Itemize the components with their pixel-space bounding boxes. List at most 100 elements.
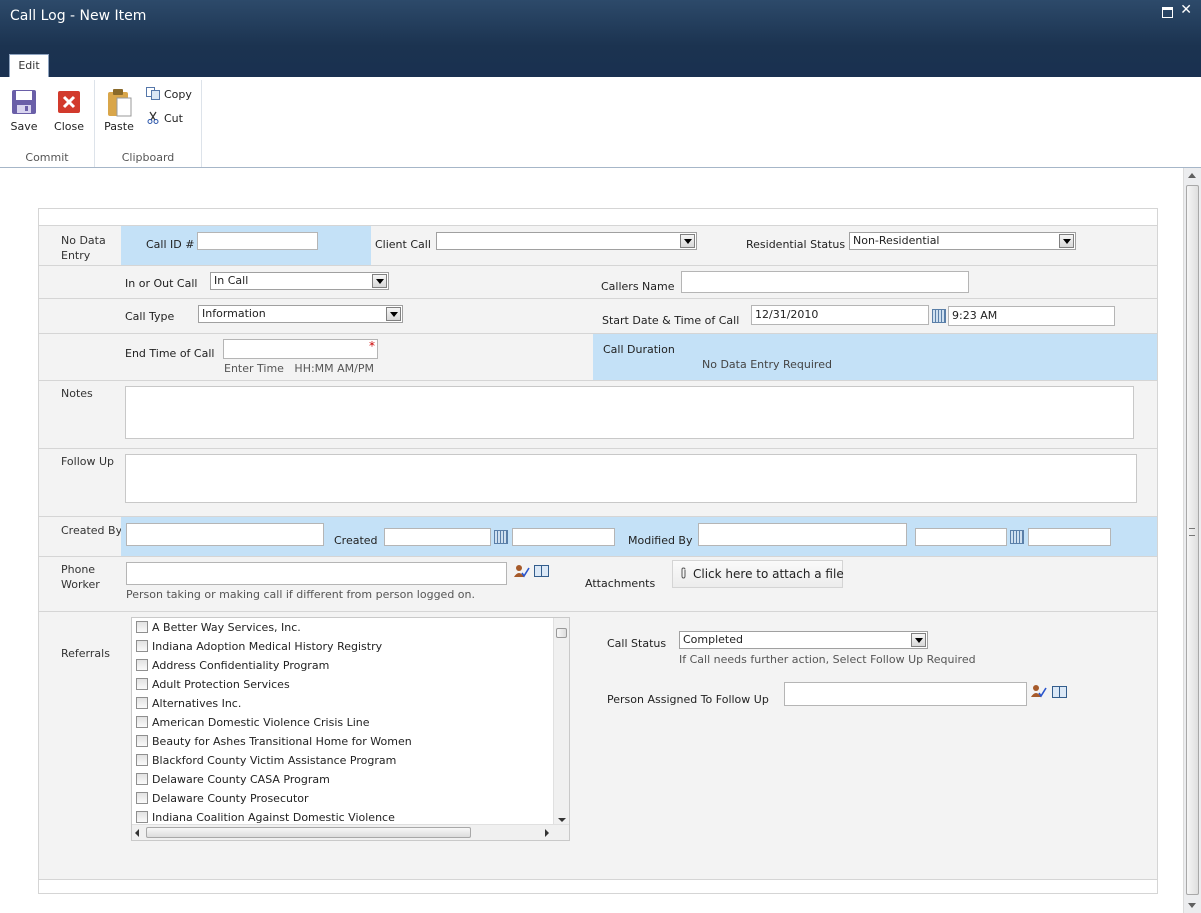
list-item[interactable]: American Domestic Violence Crisis Line [136,713,370,732]
modified-by-input[interactable] [698,523,907,546]
scroll-up-icon[interactable] [1188,173,1196,178]
address-book-icon[interactable] [1052,686,1067,698]
client-call-select[interactable] [436,232,697,250]
paste-label: Paste [104,120,134,133]
copy-button[interactable]: Copy [146,87,192,101]
checkbox[interactable] [136,792,148,804]
scroll-right-icon[interactable] [545,829,549,837]
list-item[interactable]: Alternatives Inc. [136,694,241,713]
referrals-listbox[interactable]: A Better Way Services, Inc. Indiana Adop… [131,617,570,841]
call-id-input[interactable] [197,232,318,250]
row-created: Created By Created Modified By [39,516,1157,556]
close-button[interactable]: Close [49,80,89,133]
notes-textarea[interactable] [125,386,1134,439]
list-item[interactable]: Beauty for Ashes Transitional Home for W… [136,732,412,751]
phone-worker-hint: Person taking or making call if differen… [126,588,476,601]
checkbox[interactable] [136,678,148,690]
referrals-label: Referrals [61,647,110,660]
form-top-spacer [39,209,1157,225]
calendar-icon[interactable] [1010,530,1024,544]
cut-button[interactable]: Cut [146,111,183,125]
scroll-down-icon[interactable] [558,818,566,822]
paste-button[interactable]: Paste [99,80,139,133]
modified-date-input[interactable] [915,528,1007,546]
checkbox[interactable] [136,735,148,747]
chevron-down-icon[interactable] [372,274,387,288]
chevron-down-icon[interactable] [911,633,926,647]
call-type-select[interactable]: Information [198,305,403,323]
checkbox[interactable] [136,754,148,766]
calendar-icon[interactable] [932,309,946,323]
list-item-label: Delaware County Prosecutor [152,792,309,805]
chevron-down-icon[interactable] [386,307,401,321]
check-names-icon[interactable] [514,564,530,578]
listbox-horizontal-scrollbar[interactable] [132,824,569,840]
list-item-label: Blackford County Victim Assistance Progr… [152,754,397,767]
checkbox[interactable] [136,811,148,823]
checkbox[interactable] [136,659,148,671]
callers-name-label: Callers Name [601,280,675,293]
window-close-icon[interactable]: ✕ [1180,3,1192,17]
list-item[interactable]: Adult Protection Services [136,675,290,694]
list-item[interactable]: A Better Way Services, Inc. [136,618,301,637]
scroll-left-icon[interactable] [135,829,139,837]
list-item[interactable]: Address Confidentiality Program [136,656,329,675]
scroll-thumb[interactable] [1186,185,1199,895]
list-item-label: A Better Way Services, Inc. [152,621,301,634]
start-time-input[interactable]: 9:23 AM [948,306,1115,326]
save-label: Save [10,120,38,133]
checkbox[interactable] [136,640,148,652]
calendar-icon[interactable] [494,530,508,544]
list-item[interactable]: Indiana Adoption Medical History Registr… [136,637,382,656]
checkbox[interactable] [136,716,148,728]
checkbox[interactable] [136,697,148,709]
created-time-input[interactable] [512,528,615,546]
checkbox[interactable] [136,773,148,785]
tab-edit[interactable]: Edit [9,54,49,77]
scroll-down-icon[interactable] [1188,903,1196,908]
callers-name-input[interactable] [681,271,969,293]
end-time-input[interactable] [223,339,378,359]
in-out-select[interactable]: In Call [210,272,389,290]
check-names-icon[interactable] [1031,684,1047,698]
page-scrollbar[interactable] [1183,168,1201,913]
list-item-label: Adult Protection Services [152,678,290,691]
call-duration-value: No Data Entry Required [702,358,832,371]
residential-status-select[interactable]: Non-Residential [849,232,1076,250]
list-item-label: Address Confidentiality Program [152,659,330,672]
attach-file-button[interactable]: Click here to attach a file [672,560,844,588]
created-by-input[interactable] [126,523,324,546]
call-status-select[interactable]: Completed [679,631,928,649]
residential-status-value: Non-Residential [853,234,940,247]
checkbox[interactable] [136,621,148,633]
listbox-hscroll-thumb[interactable] [146,827,471,838]
notes-label: Notes [61,387,93,400]
call-status-value: Completed [683,633,743,646]
created-by-label: Created By [61,524,123,537]
list-item[interactable]: Delaware County Prosecutor [136,789,309,808]
in-out-label: In or Out Call [125,277,198,290]
address-book-icon[interactable] [534,565,549,577]
row-call-type: Call Type Information Start Date & Time … [39,298,1157,333]
call-status-hint: If Call needs further action, Select Fol… [679,653,976,666]
start-date-input[interactable]: 12/31/2010 [751,305,929,325]
grip-icon [1189,528,1195,536]
modified-by-label: Modified By [628,534,693,547]
person-assigned-input[interactable] [784,682,1027,706]
maximize-icon[interactable] [1162,7,1173,18]
created-date-input[interactable] [384,528,491,546]
modified-time-input[interactable] [1028,528,1111,546]
save-button[interactable]: Save [4,80,44,133]
listbox-scroll-thumb[interactable] [556,628,567,638]
phone-worker-input[interactable] [126,562,507,585]
list-item[interactable]: Blackford County Victim Assistance Progr… [136,751,396,770]
listbox-vertical-scrollbar[interactable] [553,618,569,825]
follow-up-textarea[interactable] [125,454,1137,503]
call-id-label: Call ID # [146,238,195,251]
row-in-out: In or Out Call In Call Callers Name [39,265,1157,298]
chevron-down-icon[interactable] [1059,234,1074,248]
list-item[interactable]: Delaware County CASA Program [136,770,330,789]
chevron-down-icon[interactable] [680,234,695,248]
call-type-label: Call Type [125,310,175,323]
list-item-label: Alternatives Inc. [152,697,242,710]
